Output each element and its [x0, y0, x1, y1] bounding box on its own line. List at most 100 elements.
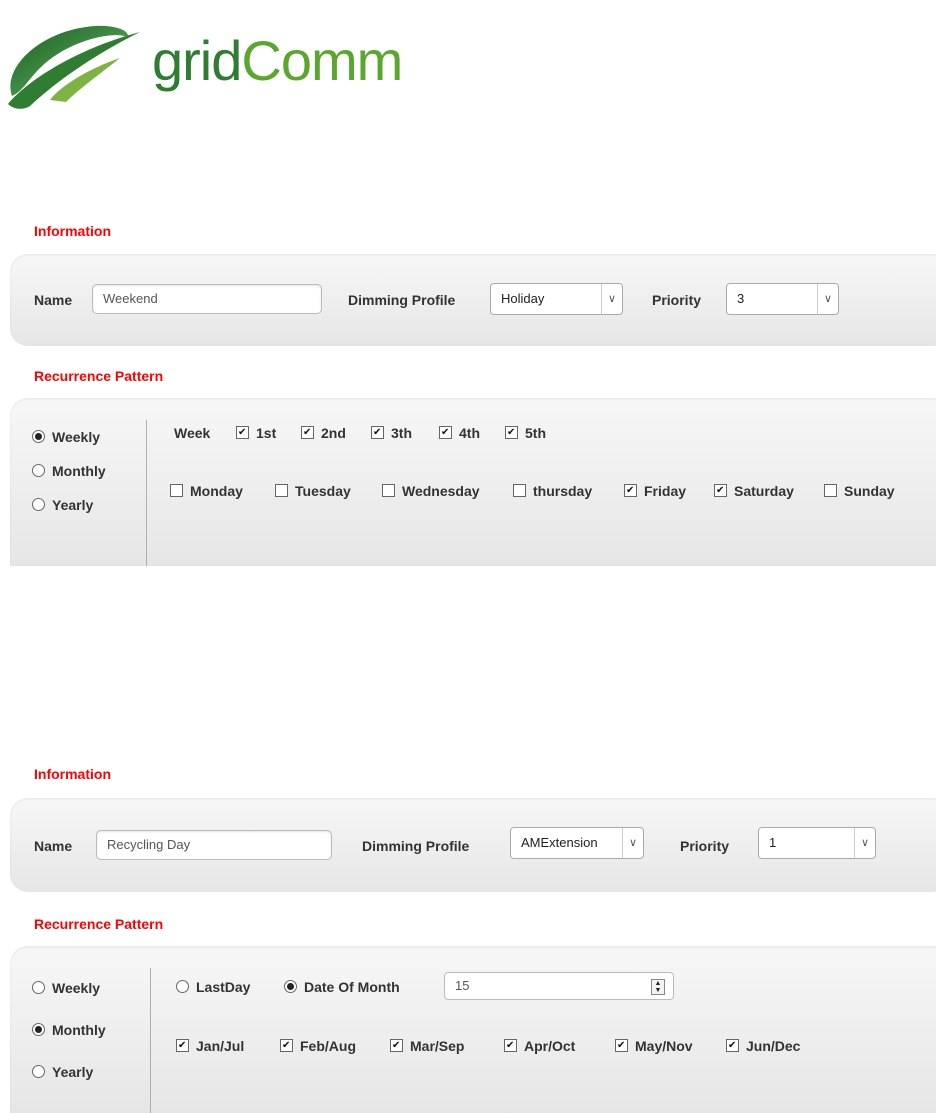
day-thursday-checkbox[interactable]: thursday	[513, 483, 592, 499]
chevron-down-icon: ∨	[622, 828, 643, 858]
day-wednesday-checkbox[interactable]: Wednesday	[382, 483, 480, 499]
week-option-label: 2nd	[321, 425, 346, 441]
date-of-month-spinner[interactable]: 15 ▲ ▼	[444, 972, 674, 1000]
week-4th-checkbox[interactable]: 4th	[439, 425, 480, 441]
chevron-down-icon: ∨	[854, 828, 875, 858]
month-mar-sep-checkbox[interactable]: Mar/Sep	[390, 1038, 464, 1054]
lastday-label: LastDay	[196, 979, 251, 995]
day-friday-checkbox[interactable]: Friday	[624, 483, 686, 499]
name-input[interactable]: Weekend	[92, 284, 322, 314]
radio-icon	[176, 980, 189, 993]
divider	[150, 968, 151, 1113]
chevron-down-icon: ∨	[601, 284, 622, 314]
month-label: May/Nov	[635, 1038, 693, 1054]
day-sunday-checkbox[interactable]: Sunday	[824, 483, 895, 499]
week-2nd-checkbox[interactable]: 2nd	[301, 425, 346, 441]
month-jan-jul-checkbox[interactable]: Jan/Jul	[176, 1038, 244, 1054]
pattern-label: Monthly	[52, 1022, 106, 1038]
pattern-monthly-radio[interactable]: Monthly	[32, 463, 106, 479]
logo-text-comm: Comm	[241, 29, 403, 92]
pattern-label: Monthly	[52, 463, 106, 479]
pattern-yearly-radio[interactable]: Yearly	[32, 497, 93, 513]
information-panel: Name Recycling Day Dimming Profile AMExt…	[10, 798, 936, 892]
day-tuesday-checkbox[interactable]: Tuesday	[275, 483, 351, 499]
radio-icon	[32, 464, 45, 477]
month-apr-oct-checkbox[interactable]: Apr/Oct	[504, 1038, 575, 1054]
month-label: Jun/Dec	[746, 1038, 801, 1054]
recurrence-pattern-title: Recurrence Pattern	[34, 368, 164, 384]
name-input[interactable]: Recycling Day	[96, 830, 332, 860]
date-of-month-radio[interactable]: Date Of Month	[284, 979, 400, 995]
month-label: Jan/Jul	[196, 1038, 245, 1054]
dimming-profile-select[interactable]: Holiday ∨	[490, 283, 623, 315]
month-jun-dec-checkbox[interactable]: Jun/Dec	[726, 1038, 800, 1054]
month-label: Feb/Aug	[300, 1038, 356, 1054]
pattern-label: Yearly	[52, 1064, 94, 1080]
information-title: Information	[34, 223, 111, 239]
priority-select[interactable]: 3 ∨	[726, 283, 839, 315]
radio-icon	[32, 1065, 45, 1078]
radio-icon	[32, 498, 45, 511]
priority-label: Priority	[652, 292, 702, 308]
priority-select[interactable]: 1 ∨	[758, 827, 876, 859]
globe-swoosh-icon	[8, 25, 140, 109]
recurrence-panel: Weekly Monthly Yearly LastDay Date Of Mo…	[10, 946, 936, 1113]
checkbox-icon	[439, 426, 452, 439]
dimming-profile-select[interactable]: AMExtension ∨	[510, 827, 644, 859]
priority-value: 1	[769, 835, 777, 850]
pattern-label: Yearly	[52, 497, 94, 513]
day-label: Friday	[644, 483, 687, 499]
checkbox-icon	[176, 1039, 189, 1052]
spinner-arrows-icon[interactable]: ▲ ▼	[651, 979, 665, 995]
checkbox-icon	[382, 484, 395, 497]
checkbox-icon	[726, 1039, 739, 1052]
day-saturday-checkbox[interactable]: Saturday	[714, 483, 794, 499]
date-of-month-value: 15	[455, 978, 470, 993]
checkbox-icon	[390, 1039, 403, 1052]
pattern-weekly-radio[interactable]: Weekly	[32, 980, 100, 996]
month-label: Apr/Oct	[524, 1038, 576, 1054]
radio-icon	[32, 981, 45, 994]
week-1st-checkbox[interactable]: 1st	[236, 425, 276, 441]
checkbox-icon	[824, 484, 837, 497]
week-option-label: 3th	[391, 425, 412, 441]
day-monday-checkbox[interactable]: Monday	[170, 483, 243, 499]
dimming-profile-value: AMExtension	[521, 835, 598, 850]
recurrence-panel: Weekly Monthly Yearly Week 1st 2nd 3th 4…	[10, 398, 936, 566]
week-3th-checkbox[interactable]: 3th	[371, 425, 412, 441]
day-label: Tuesday	[295, 483, 351, 499]
month-feb-aug-checkbox[interactable]: Feb/Aug	[280, 1038, 356, 1054]
dimming-profile-label: Dimming Profile	[362, 838, 470, 854]
gridcomm-logo: gridComm	[0, 0, 440, 120]
information-panel: Name Weekend Dimming Profile Holiday ∨ P…	[10, 254, 936, 346]
priority-label: Priority	[680, 838, 730, 854]
checkbox-icon	[236, 426, 249, 439]
day-label: Saturday	[734, 483, 794, 499]
week-5th-checkbox[interactable]: 5th	[505, 425, 546, 441]
radio-icon	[32, 430, 45, 443]
checkbox-icon	[615, 1039, 628, 1052]
pattern-monthly-radio[interactable]: Monthly	[32, 1022, 106, 1038]
week-label: Week	[174, 425, 211, 441]
dimming-profile-label: Dimming Profile	[348, 292, 456, 308]
name-label: Name	[34, 838, 73, 854]
pattern-yearly-radio[interactable]: Yearly	[32, 1064, 93, 1080]
checkbox-icon	[301, 426, 314, 439]
chevron-down-icon: ∨	[817, 284, 838, 314]
checkbox-icon	[371, 426, 384, 439]
dimming-profile-value: Holiday	[501, 291, 545, 306]
month-may-nov-checkbox[interactable]: May/Nov	[615, 1038, 693, 1054]
week-option-label: 4th	[459, 425, 480, 441]
logo-text: gridComm	[152, 26, 403, 96]
checkbox-icon	[714, 484, 727, 497]
lastday-radio[interactable]: LastDay	[176, 979, 250, 995]
date-of-month-label: Date Of Month	[304, 979, 400, 995]
radio-icon	[284, 980, 297, 993]
week-option-label: 5th	[525, 425, 546, 441]
pattern-weekly-radio[interactable]: Weekly	[32, 429, 100, 445]
priority-value: 3	[737, 291, 745, 306]
day-label: Monday	[190, 483, 243, 499]
name-label: Name	[34, 292, 73, 308]
month-label: Mar/Sep	[410, 1038, 465, 1054]
checkbox-icon	[624, 484, 637, 497]
